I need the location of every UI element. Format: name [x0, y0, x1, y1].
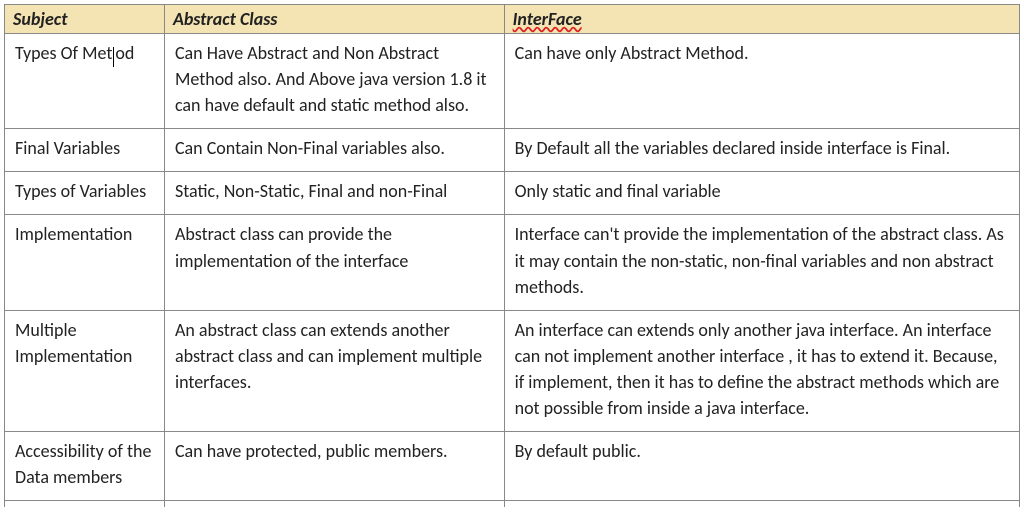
- header-interface: InterFace: [504, 5, 1019, 34]
- table-header-row: Subject Abstract Class InterFace: [5, 5, 1020, 34]
- cell-interface[interactable]: Can have only Abstract Method.: [504, 34, 1019, 129]
- comparison-table: Subject Abstract Class InterFace Types O…: [4, 4, 1020, 507]
- table-row: Final Variables Can Contain Non-Final va…: [5, 129, 1020, 172]
- table-row: Types Of Metod Can Have Abstract and Non…: [5, 34, 1020, 129]
- cell-abstract[interactable]: Can Have Abstract and Non Abstract Metho…: [164, 34, 504, 129]
- table-row: Implementation Abstract class can provid…: [5, 215, 1020, 310]
- cell-abstract[interactable]: An abstract class can extends another ab…: [164, 310, 504, 431]
- cell-subject[interactable]: Multiple Implementation: [5, 310, 165, 431]
- table-row: Multiple Implementation An abstract clas…: [5, 310, 1020, 431]
- table-row: Accessibility of the Data members Can ha…: [5, 432, 1020, 501]
- stub-cell: [5, 501, 165, 507]
- cell-abstract[interactable]: Abstract class can provide the implement…: [164, 215, 504, 310]
- table-stub-row: [5, 501, 1020, 507]
- cell-abstract[interactable]: Static, Non-Static, Final and non-Final: [164, 172, 504, 215]
- stub-cell: [164, 501, 504, 507]
- text-cursor: [113, 47, 114, 67]
- cell-interface[interactable]: Interface can't provide the implementati…: [504, 215, 1019, 310]
- cell-subject[interactable]: Accessibility of the Data members: [5, 432, 165, 501]
- table-row: Types of Variables Static, Non-Static, F…: [5, 172, 1020, 215]
- cell-subject[interactable]: Types Of Metod: [5, 34, 165, 129]
- cell-subject[interactable]: Implementation: [5, 215, 165, 310]
- cell-subject[interactable]: Types of Variables: [5, 172, 165, 215]
- cell-interface[interactable]: An interface can extends only another ja…: [504, 310, 1019, 431]
- cell-subject[interactable]: Final Variables: [5, 129, 165, 172]
- stub-cell: [504, 501, 1019, 507]
- header-subject: Subject: [5, 5, 165, 34]
- header-abstract-class: Abstract Class: [164, 5, 504, 34]
- cell-interface[interactable]: By default public.: [504, 432, 1019, 501]
- cell-abstract[interactable]: Can have protected, public members.: [164, 432, 504, 501]
- cell-interface[interactable]: By Default all the variables declared in…: [504, 129, 1019, 172]
- cell-abstract[interactable]: Can Contain Non-Final variables also.: [164, 129, 504, 172]
- cell-interface[interactable]: Only static and final variable: [504, 172, 1019, 215]
